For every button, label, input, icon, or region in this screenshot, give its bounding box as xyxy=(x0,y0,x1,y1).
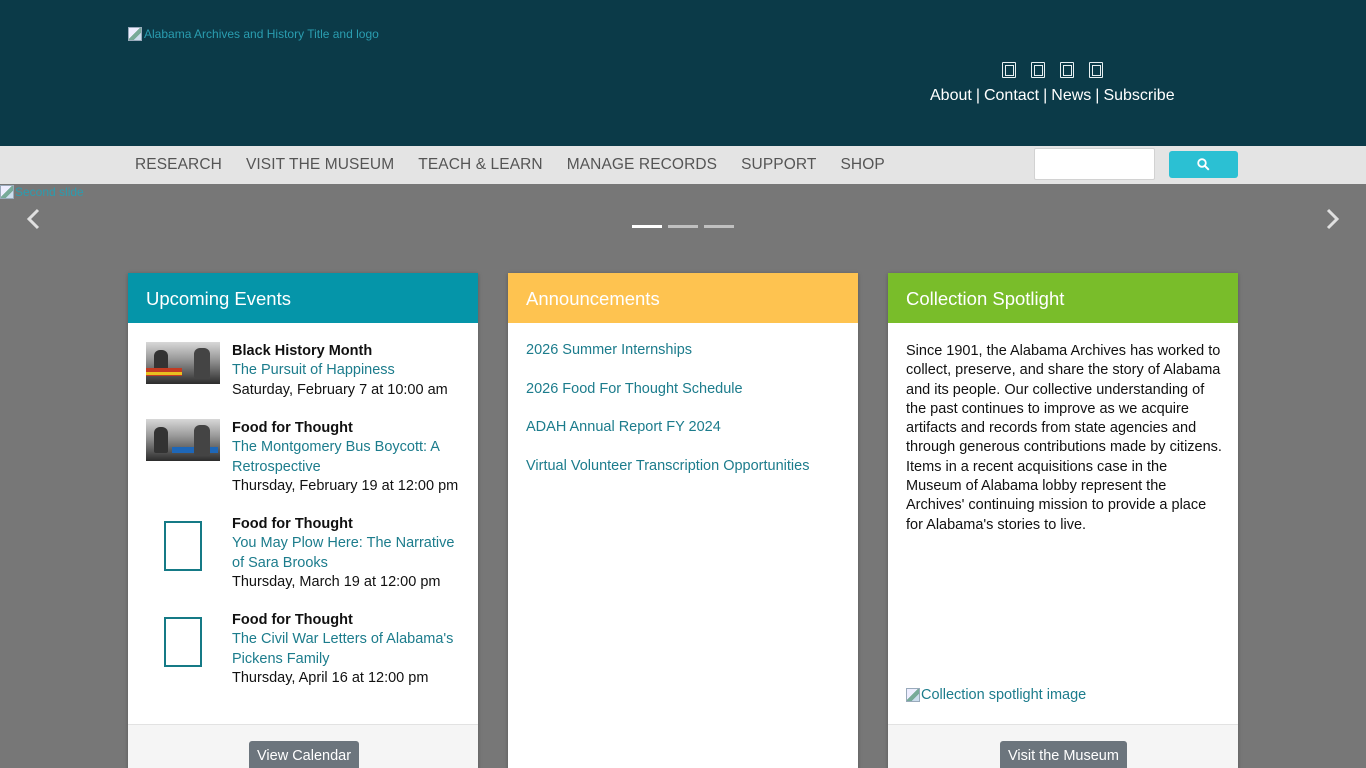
image-placeholder-icon xyxy=(164,617,202,667)
event-title-link[interactable]: The Civil War Letters of Alabama's Picke… xyxy=(232,630,464,669)
site-logo-alt-text: Alabama Archives and History Title and l… xyxy=(144,27,379,41)
site-logo-link[interactable]: Alabama Archives and History Title and l… xyxy=(128,27,379,41)
announcement-link[interactable]: Virtual Volunteer Transcription Opportun… xyxy=(526,458,809,497)
youtube-icon[interactable] xyxy=(1089,62,1103,78)
nav-item-research[interactable]: RESEARCH xyxy=(135,156,222,174)
chevron-left-icon xyxy=(26,208,40,230)
event-date: Thursday, March 19 at 12:00 pm xyxy=(232,573,441,590)
search-input[interactable] xyxy=(1034,148,1155,180)
news-link[interactable]: News xyxy=(1051,87,1091,104)
carousel-indicator-1[interactable] xyxy=(632,225,662,228)
visit-the-museum-button[interactable]: Visit the Museum xyxy=(1000,741,1127,768)
search-icon xyxy=(1197,158,1210,171)
event-thumbnail-placeholder[interactable] xyxy=(146,611,220,673)
event-title-link[interactable]: You May Plow Here: The Narrative of Sara… xyxy=(232,534,464,573)
main-nav: RESEARCH VISIT THE MUSEUM TEACH & LEARN … xyxy=(0,146,1366,184)
carousel-indicators xyxy=(632,225,734,228)
site-header: Alabama Archives and History Title and l… xyxy=(0,0,1366,146)
event-date: Thursday, April 16 at 12:00 pm xyxy=(232,669,429,686)
view-calendar-button[interactable]: View Calendar xyxy=(249,741,360,768)
announcements-card: Announcements 2026 Summer Internships 20… xyxy=(508,273,858,768)
event-title-link[interactable]: The Pursuit of Happiness xyxy=(232,361,464,380)
event-thumbnail[interactable] xyxy=(146,419,220,461)
spotlight-card-footer: Visit the Museum xyxy=(888,724,1238,768)
subscribe-link[interactable]: Subscribe xyxy=(1103,87,1174,104)
event-thumbnail-placeholder[interactable] xyxy=(146,515,220,577)
broken-image-icon xyxy=(906,688,920,702)
event-date: Saturday, February 7 at 10:00 am xyxy=(232,381,448,398)
search-button[interactable] xyxy=(1169,151,1238,178)
event-category: Food for Thought xyxy=(232,612,353,628)
events-card-footer: View Calendar xyxy=(128,724,478,768)
announcement-link[interactable]: 2026 Summer Internships xyxy=(526,342,809,381)
nav-item-support[interactable]: SUPPORT xyxy=(741,156,816,174)
upcoming-events-title: Upcoming Events xyxy=(128,273,478,323)
carousel-slide-image[interactable]: Second slide xyxy=(0,185,84,199)
spotlight-image-alt-text: Collection spotlight image xyxy=(921,687,1087,703)
collection-spotlight-title: Collection Spotlight xyxy=(888,273,1238,323)
broken-image-icon xyxy=(0,185,14,199)
image-placeholder-icon xyxy=(164,521,202,571)
event-title-link[interactable]: The Montgomery Bus Boycott: A Retrospect… xyxy=(232,438,464,477)
about-link[interactable]: About xyxy=(930,87,972,104)
slide-alt-text: Second slide xyxy=(15,185,84,199)
instagram-icon[interactable] xyxy=(1060,62,1074,78)
spotlight-image[interactable]: Collection spotlight image xyxy=(906,687,1086,703)
event-date: Thursday, February 19 at 12:00 pm xyxy=(232,477,459,494)
facebook-icon[interactable] xyxy=(1002,62,1016,78)
event-item: Food for Thought The Civil War Letters o… xyxy=(146,611,464,688)
broken-image-icon xyxy=(128,27,142,41)
announcement-link[interactable]: ADAH Annual Report FY 2024 xyxy=(526,419,809,458)
upcoming-events-card: Upcoming Events Black History Month The … xyxy=(128,273,478,768)
nav-list: RESEARCH VISIT THE MUSEUM TEACH & LEARN … xyxy=(135,156,909,174)
event-category: Food for Thought xyxy=(232,420,353,436)
nav-item-shop[interactable]: SHOP xyxy=(840,156,884,174)
event-item: Black History Month The Pursuit of Happi… xyxy=(146,342,464,400)
event-thumbnail[interactable] xyxy=(146,342,220,384)
nav-item-manage-records[interactable]: MANAGE RECORDS xyxy=(567,156,717,174)
announcements-title: Announcements xyxy=(508,273,858,323)
contact-link[interactable]: Contact xyxy=(984,87,1039,104)
social-links xyxy=(1002,62,1103,78)
carousel-indicator-3[interactable] xyxy=(704,225,734,228)
twitter-icon[interactable] xyxy=(1031,62,1045,78)
nav-item-visit-the-museum[interactable]: VISIT THE MUSEUM xyxy=(246,156,394,174)
event-category: Black History Month xyxy=(232,343,373,359)
event-item: Food for Thought The Montgomery Bus Boyc… xyxy=(146,419,464,496)
event-item: Food for Thought You May Plow Here: The … xyxy=(146,515,464,592)
carousel-indicator-2[interactable] xyxy=(668,225,698,228)
spotlight-description: Since 1901, the Alabama Archives has wor… xyxy=(906,343,1222,533)
announcements-list: 2026 Summer Internships 2026 Food For Th… xyxy=(526,342,809,496)
event-category: Food for Thought xyxy=(232,516,353,532)
utility-links: About | Contact | News | Subscribe xyxy=(930,87,1175,104)
announcement-link[interactable]: 2026 Food For Thought Schedule xyxy=(526,381,809,420)
nav-item-teach-and-learn[interactable]: TEACH & LEARN xyxy=(418,156,542,174)
collection-spotlight-card: Collection Spotlight Since 1901, the Ala… xyxy=(888,273,1238,768)
carousel-next-button[interactable] xyxy=(1324,208,1340,235)
chevron-right-icon xyxy=(1326,208,1340,230)
carousel-prev-button[interactable] xyxy=(26,208,42,235)
